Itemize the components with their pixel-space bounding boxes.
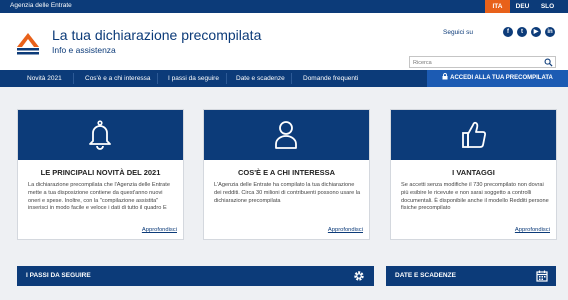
language-ita[interactable]: ITA (485, 0, 510, 13)
nav-divider (226, 73, 227, 84)
card-title: COS'È E A CHI INTERESSA (237, 168, 336, 177)
linkedin-icon[interactable]: in (545, 27, 555, 37)
top-bar: Agenzia delle Entrate ITA DEU SLO (0, 0, 568, 13)
card-text: La dichiarazione precompilata che l'Agen… (28, 182, 170, 212)
site-header: La tua dichiarazione precompilata Info e… (0, 13, 568, 70)
nav-divider (157, 73, 158, 84)
card-header (204, 110, 369, 160)
agency-logo[interactable] (14, 31, 42, 55)
youtube-icon[interactable]: ▶ (531, 27, 541, 37)
language-deu[interactable]: DEU (510, 0, 535, 13)
card-header (18, 110, 183, 160)
agency-name[interactable]: Agenzia delle Entrate (10, 2, 72, 9)
nav-item-cos-e[interactable]: Cos'è e a chi interessa (85, 70, 151, 87)
login-precompilata-button[interactable]: ACCEDI ALLA TUA PRECOMPILATA (427, 70, 568, 87)
follow-label: Seguici su (443, 29, 473, 36)
lock-icon (442, 73, 448, 80)
card-link-approfondisci[interactable]: Approfondisci (328, 227, 363, 233)
nav-item-passi[interactable]: I passi da seguire (168, 70, 219, 87)
section-title: I PASSI DA SEGUIRE (26, 272, 91, 279)
page-title[interactable]: La tua dichiarazione precompilata (52, 27, 261, 43)
section-passi-da-seguire[interactable]: I PASSI DA SEGUIRE (17, 266, 374, 286)
nav-item-novita[interactable]: Novità 2021 (27, 70, 62, 87)
main-content: LE PRINCIPALI NOVITÀ DEL 2021 La dichiar… (0, 87, 568, 300)
page-subtitle: Info e assistenza (52, 45, 116, 55)
search-icon[interactable] (544, 58, 553, 67)
main-nav: Novità 2021 Cos'è e a chi interessa I pa… (0, 70, 568, 87)
section-date-scadenze[interactable]: DATE E SCADENZE (386, 266, 556, 286)
nav-item-faq[interactable]: Domande frequenti (303, 70, 358, 87)
user-icon (275, 121, 297, 149)
section-title: DATE E SCADENZE (395, 272, 456, 279)
login-button-label: ACCEDI ALLA TUA PRECOMPILATA (450, 75, 553, 81)
language-slo[interactable]: SLO (535, 0, 560, 13)
card-text: Se accetti senza modifiche il 730 precom… (401, 182, 549, 212)
gear-icon (354, 271, 364, 281)
search-box (409, 56, 556, 68)
search-input[interactable] (413, 58, 538, 67)
card-novita: LE PRINCIPALI NOVITÀ DEL 2021 La dichiar… (17, 109, 184, 240)
card-text: L'Agenzia delle Entrate ha compilato la … (214, 182, 361, 204)
card-title: LE PRINCIPALI NOVITÀ DEL 2021 (40, 168, 161, 177)
nav-item-date[interactable]: Date e scadenze (236, 70, 285, 87)
card-cos-e: COS'È E A CHI INTERESSA L'Agenzia delle … (203, 109, 370, 240)
bell-icon (89, 120, 111, 150)
card-link-approfondisci[interactable]: Approfondisci (515, 227, 550, 233)
card-title: I VANTAGGI (452, 168, 495, 177)
card-header (391, 110, 556, 160)
facebook-icon[interactable]: f (503, 27, 513, 37)
card-link-approfondisci[interactable]: Approfondisci (142, 227, 177, 233)
card-vantaggi: I VANTAGGI Se accetti senza modifiche il… (390, 109, 557, 240)
twitter-icon[interactable]: t (517, 27, 527, 37)
nav-divider (73, 73, 74, 84)
nav-divider (291, 73, 292, 84)
thumbs-up-icon (462, 121, 486, 148)
calendar-icon (536, 270, 548, 282)
